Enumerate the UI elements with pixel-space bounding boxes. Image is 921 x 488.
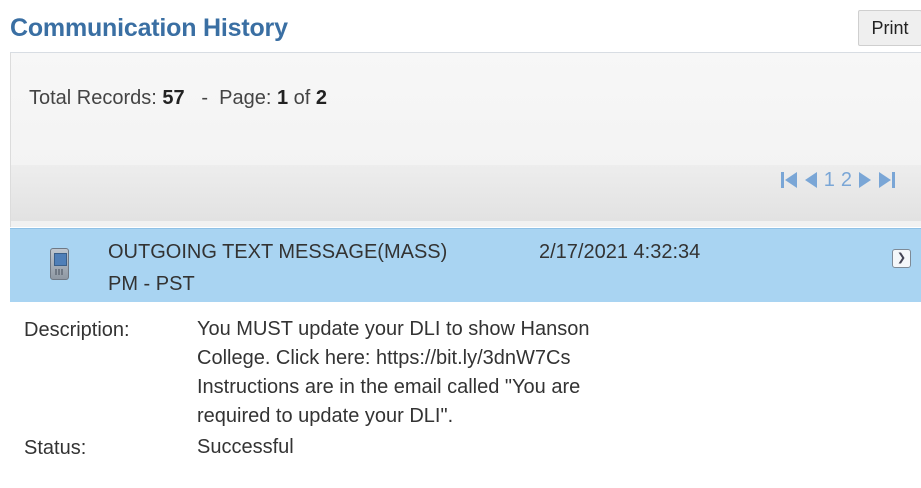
description-line: Instructions are in the email called "Yo… (197, 376, 581, 398)
current-page-value: 1 (276, 87, 289, 109)
total-records-value: 57 (162, 87, 185, 109)
records-separator: - (201, 87, 208, 109)
page-title: Communication History (10, 14, 288, 42)
description-value: You MUST update your DLI to show Hanson … (197, 315, 589, 431)
pagination: 1 2 (780, 168, 896, 192)
first-page-icon[interactable] (780, 169, 798, 191)
message-header-row[interactable]: OUTGOING TEXT MESSAGE(MASS) 2/17/2021 4:… (10, 228, 921, 303)
page-label: Page: (219, 87, 272, 109)
page-link-2[interactable]: 2 (841, 169, 852, 192)
description-line: required to update your DLI". (197, 405, 454, 427)
status-value: Successful (197, 436, 294, 458)
status-label: Status: (24, 437, 87, 459)
message-type: OUTGOING TEXT MESSAGE(MASS) (108, 241, 448, 263)
description-line: College. Click here: https://bit.ly/3dnW… (197, 347, 571, 369)
description-line: You MUST update your DLI to show Hanson (197, 318, 590, 340)
of-label: of (293, 87, 311, 109)
records-panel: Total Records: 57 - Page: 1 of 2 1 2 (10, 53, 921, 227)
total-records-label: Total Records: (29, 87, 157, 109)
total-pages-value: 2 (315, 87, 328, 109)
print-button[interactable]: Print (858, 10, 921, 46)
page-link-1[interactable]: 1 (824, 169, 835, 192)
previous-page-icon[interactable] (804, 169, 818, 191)
last-page-icon[interactable] (878, 169, 896, 191)
page-header: Communication History Print (0, 0, 921, 52)
message-details: Description: You MUST update your DLI to… (10, 302, 921, 488)
message-date-suffix: PM - PST (108, 273, 195, 295)
expand-chevron-icon[interactable]: ❯ (892, 249, 911, 268)
mobile-phone-icon (50, 248, 69, 280)
records-summary: Total Records: 57 - Page: 1 of 2 (29, 87, 327, 110)
message-date: 2/17/2021 4:32:34 (539, 241, 701, 263)
description-label: Description: (24, 319, 130, 341)
next-page-icon[interactable] (858, 169, 872, 191)
